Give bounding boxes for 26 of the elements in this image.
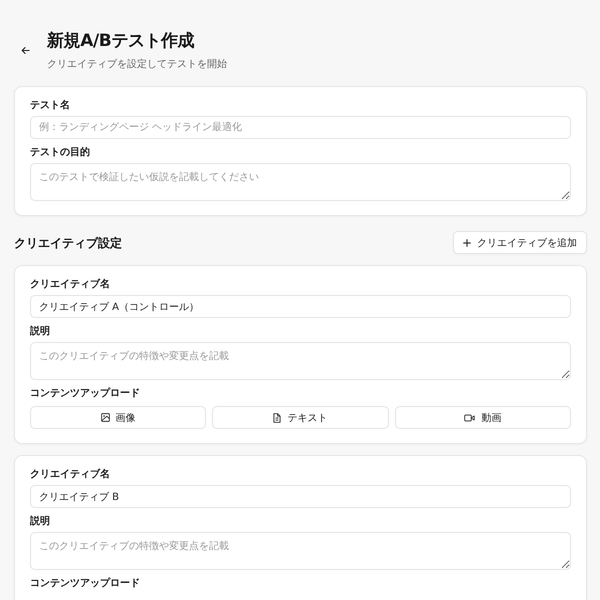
image-icon [100,413,110,422]
plus-icon [463,238,471,246]
description-field[interactable]: このクリエイティブの特徴や変更点を記載 [30,532,571,570]
creative-name-field[interactable]: クリエイティブ A（コントロール） [30,295,571,318]
page-title: 新規A/Bテスト作成 [47,31,196,52]
creative-name-field[interactable]: クリエイティブ B [30,485,571,508]
test-goal-field[interactable]: このテストで検証したい仮説を記載してください [30,163,571,201]
page-subtitle: クリエイティブを設定してテストを開始 [47,59,227,71]
description-field[interactable]: このクリエイティブの特徴や変更点を記載 [30,342,571,380]
text-upload-button[interactable]: テキスト [212,406,389,429]
field-label: クリエイティブ名 [30,469,110,481]
field-label: クリエイティブ名 [30,279,110,291]
section-title: クリエイティブ設定 [14,236,122,250]
field-label: 説明 [30,326,50,338]
document-icon [273,412,282,422]
test-name-field[interactable]: 例：ランディングページ ヘッドライン最適化 [30,116,571,139]
field-label: 説明 [30,516,50,528]
back-arrow-icon[interactable] [21,46,30,55]
field-label: テスト名 [30,100,70,112]
field-label: コンテンツアップロード [30,578,140,590]
image-upload-button[interactable]: 画像 [30,406,206,429]
add-creative-button[interactable]: クリエイティブを追加 [453,231,587,254]
video-upload-button[interactable]: 動画 [394,406,571,429]
field-label: テストの目的 [30,147,90,159]
video-camera-icon [464,414,476,422]
field-label: コンテンツアップロード [30,388,140,400]
